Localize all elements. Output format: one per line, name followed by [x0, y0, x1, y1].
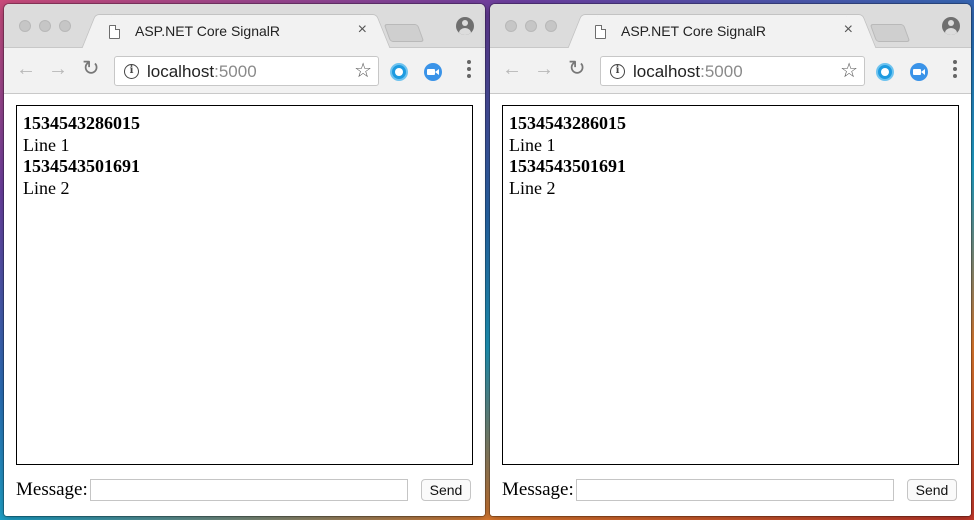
zoom-window-button[interactable] [545, 20, 557, 32]
browser-window-right: ASP.NET Core SignalR × ← → ↻ i localhost… [490, 4, 971, 516]
message-timestamp: 1534543501691 [23, 156, 140, 176]
browser-toolbar: ← → ↻ i localhost:5000 ☆ [4, 48, 485, 94]
close-window-button[interactable] [505, 20, 517, 32]
message-timestamp: 1534543286015 [509, 113, 626, 133]
page-icon [109, 25, 120, 39]
forward-arrow-icon[interactable]: → [534, 58, 554, 80]
forward-arrow-icon[interactable]: → [48, 58, 68, 80]
new-tab-button[interactable] [383, 24, 425, 42]
messages-list: 1534543286015 Line 1 1534543501691 Line … [16, 105, 473, 465]
minimize-window-button[interactable] [525, 20, 537, 32]
reload-icon[interactable]: ↻ [568, 58, 586, 80]
menu-dots-icon[interactable] [467, 60, 471, 80]
profile-icon[interactable] [456, 17, 474, 35]
message-form: Message: Send [502, 478, 962, 502]
extension-video-icon[interactable] [424, 63, 442, 81]
zoom-window-button[interactable] [59, 20, 71, 32]
send-button[interactable]: Send [421, 479, 471, 501]
messages-list: 1534543286015 Line 1 1534543501691 Line … [502, 105, 959, 465]
address-bar[interactable]: i localhost:5000 ☆ [600, 56, 865, 86]
url-text: localhost:5000 [633, 62, 743, 82]
url-host: localhost [147, 62, 215, 81]
profile-icon[interactable] [942, 17, 960, 35]
message-timestamp: 1534543501691 [509, 156, 626, 176]
bookmark-star-icon[interactable]: ☆ [354, 60, 372, 82]
message-text: Line 2 [509, 177, 556, 198]
send-button[interactable]: Send [907, 479, 957, 501]
message-text: Line 1 [23, 134, 70, 155]
message-input[interactable] [576, 479, 894, 501]
url-host: localhost [633, 62, 701, 81]
message-label: Message: [502, 479, 574, 500]
new-tab-button[interactable] [869, 24, 911, 42]
close-window-button[interactable] [19, 20, 31, 32]
message-label: Message: [16, 479, 88, 500]
tab-title: ASP.NET Core SignalR [621, 23, 766, 39]
message-text: Line 2 [23, 177, 70, 198]
page-content: 1534543286015 Line 1 1534543501691 Line … [490, 95, 971, 516]
browser-window-left: ASP.NET Core SignalR × ← → ↻ i localhost… [4, 4, 485, 516]
url-port: :5000 [700, 62, 743, 81]
message-input[interactable] [90, 479, 408, 501]
title-bar: ASP.NET Core SignalR × [490, 4, 971, 49]
bookmark-star-icon[interactable]: ☆ [840, 60, 858, 82]
url-text: localhost:5000 [147, 62, 257, 82]
browser-toolbar: ← → ↻ i localhost:5000 ☆ [490, 48, 971, 94]
browser-tab[interactable]: ASP.NET Core SignalR × [96, 14, 376, 49]
tab-close-icon[interactable]: × [358, 21, 367, 38]
menu-dots-icon[interactable] [953, 60, 957, 80]
minimize-window-button[interactable] [39, 20, 51, 32]
message-timestamp: 1534543286015 [23, 113, 140, 133]
url-port: :5000 [214, 62, 257, 81]
back-arrow-icon[interactable]: ← [502, 58, 522, 80]
message-text: Line 1 [509, 134, 556, 155]
back-arrow-icon[interactable]: ← [16, 58, 36, 80]
address-bar[interactable]: i localhost:5000 ☆ [114, 56, 379, 86]
extension-video-icon[interactable] [910, 63, 928, 81]
message-form: Message: Send [16, 478, 476, 502]
reload-icon[interactable]: ↻ [82, 58, 100, 80]
tab-title: ASP.NET Core SignalR [135, 23, 280, 39]
browser-tab[interactable]: ASP.NET Core SignalR × [582, 14, 862, 49]
extension-circle-icon[interactable] [390, 63, 408, 81]
title-bar: ASP.NET Core SignalR × [4, 4, 485, 49]
page-icon [595, 25, 606, 39]
page-content: 1534543286015 Line 1 1534543501691 Line … [4, 95, 485, 516]
info-icon[interactable]: i [610, 64, 625, 79]
extension-circle-icon[interactable] [876, 63, 894, 81]
tab-close-icon[interactable]: × [844, 21, 853, 38]
info-icon[interactable]: i [124, 64, 139, 79]
